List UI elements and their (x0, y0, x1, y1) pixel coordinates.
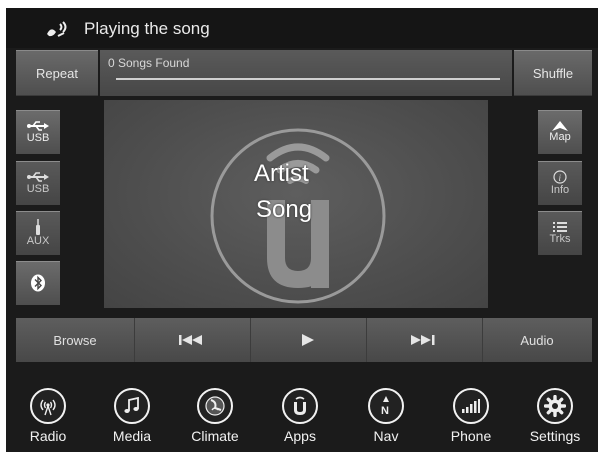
info-icon: i (553, 170, 567, 184)
apps-u-icon (294, 396, 306, 415)
usb-icon (27, 121, 49, 131)
header-title: Playing the song (84, 19, 210, 38)
voice-command-icon (47, 21, 67, 37)
progress-line[interactable] (116, 78, 500, 80)
next-track-button[interactable] (366, 318, 483, 362)
bottom-navigation: Radio Media Climate Apps N Nav Phone Set… (6, 380, 598, 452)
nav-apps-label: Apps (284, 428, 316, 444)
source-bluetooth-button[interactable] (16, 261, 60, 305)
info-button[interactable]: i Info (538, 161, 582, 205)
source-aux-label: AUX (26, 235, 50, 247)
previous-track-icon (179, 335, 202, 345)
next-track-icon (411, 335, 435, 345)
info-label: Info (550, 184, 570, 196)
nav-radio[interactable]: Radio (13, 380, 83, 452)
map-label: Map (549, 131, 571, 143)
nav-navigation-label: Nav (373, 428, 399, 444)
compass-icon: N (381, 396, 389, 416)
source-usb-1-button[interactable]: USB (16, 110, 60, 154)
tracks-button[interactable]: Trks (538, 211, 582, 255)
uconnect-screen: Playing the song Repeat 0 Songs Found Sh… (6, 8, 598, 452)
nav-navigation[interactable]: N Nav (351, 380, 421, 452)
tracks-label: Trks (549, 233, 571, 245)
repeat-button[interactable]: Repeat (16, 50, 98, 96)
source-usb-1-label: USB (26, 132, 50, 144)
phone-signal-icon (462, 399, 480, 413)
aux-cable-icon (36, 219, 40, 235)
svg-text:N: N (381, 405, 389, 416)
source-usb-2-label: USB (26, 183, 50, 195)
music-note-icon (124, 397, 139, 413)
nav-radio-label: Radio (29, 428, 67, 444)
shuffle-button[interactable]: Shuffle (514, 50, 592, 96)
map-button[interactable]: Map (538, 110, 582, 154)
nav-phone-label: Phone (450, 428, 492, 444)
nav-apps[interactable]: Apps (265, 380, 335, 452)
svg-text:i: i (559, 173, 562, 183)
album-art-area: Artist Song (104, 100, 488, 308)
nav-settings[interactable]: Settings (520, 380, 590, 452)
nav-settings-label: Settings (529, 428, 581, 444)
nav-phone[interactable]: Phone (436, 380, 506, 452)
source-aux-button[interactable]: AUX (16, 211, 60, 255)
songs-found-text: 0 Songs Found (108, 56, 190, 70)
nav-media[interactable]: Media (97, 380, 167, 452)
usb-icon (27, 172, 49, 182)
climate-seat-icon (205, 396, 225, 416)
source-usb-2-button[interactable]: USB (16, 161, 60, 205)
nav-climate-label: Climate (191, 428, 239, 444)
song-name: Song (256, 196, 313, 223)
audio-button[interactable]: Audio (482, 318, 592, 362)
nav-media-label: Media (112, 428, 152, 444)
previous-track-button[interactable] (134, 318, 251, 362)
radio-antenna-icon (40, 399, 56, 416)
nav-climate[interactable]: Climate (180, 380, 250, 452)
bluetooth-icon (31, 274, 45, 292)
artist-name: Artist (254, 160, 309, 187)
browse-button[interactable]: Browse (16, 318, 135, 362)
map-arrow-icon (552, 121, 568, 131)
gear-icon (544, 395, 566, 417)
header-bar: Playing the song (6, 8, 598, 48)
play-button[interactable] (250, 318, 367, 362)
play-icon (302, 334, 314, 346)
transport-bar: Browse Audio (16, 318, 592, 362)
track-list-icon (553, 222, 567, 232)
track-progress-bar: 0 Songs Found (100, 50, 512, 96)
